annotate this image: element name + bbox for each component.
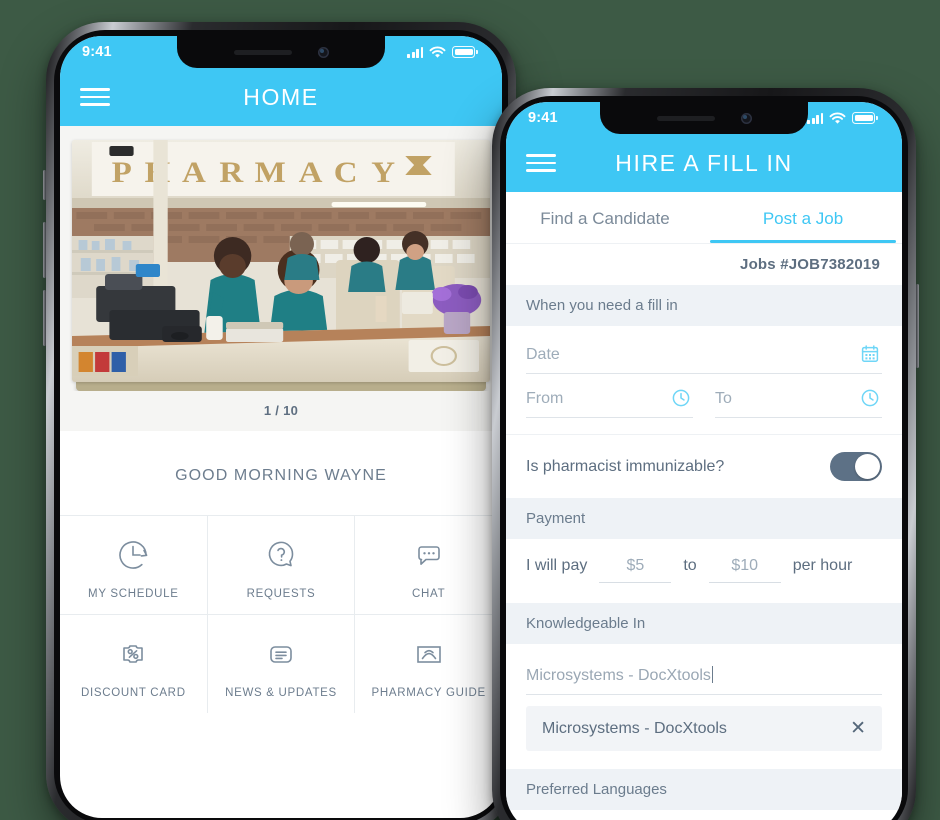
- from-time-field[interactable]: From: [526, 374, 693, 418]
- greeting-text: GOOD MORNING WAYNE: [60, 431, 502, 515]
- signal-bars-icon: [407, 46, 424, 58]
- section-header-when: When you need a fill in: [506, 285, 902, 326]
- right-phone-power-button[interactable]: [916, 284, 919, 368]
- immunizable-row: Is pharmacist immunizable?: [506, 434, 902, 498]
- page-title: HOME: [243, 83, 319, 110]
- svg-text:M: M: [255, 155, 286, 188]
- earpiece-speaker-icon: [233, 49, 292, 55]
- knowledgeable-chip[interactable]: Microsystems - DocXtools ✕: [526, 706, 882, 751]
- svg-text:C: C: [334, 155, 358, 188]
- wifi-icon: [829, 111, 846, 124]
- tile-row-2: DISCOUNT CARD NEWS & UPDATES PHARMACY GU…: [60, 614, 502, 713]
- clock-arrow-icon: [113, 534, 153, 576]
- knowledgeable-input[interactable]: Microsystems - DocXtools: [526, 648, 882, 695]
- tile-label: CHAT: [412, 588, 446, 600]
- right-status-time: 9:41: [528, 110, 558, 126]
- home-tile-grid: MY SCHEDULE REQUESTS CHAT DISCOUNT CARD …: [60, 515, 502, 713]
- knowledgeable-input-value: Microsystems - DocXtools: [526, 667, 711, 684]
- left-phone-volume-down-button[interactable]: [43, 290, 46, 346]
- tile-news-updates[interactable]: NEWS & UPDATES: [208, 615, 356, 713]
- front-camera-icon: [740, 112, 752, 124]
- tile-label: PHARMACY GUIDE: [371, 687, 486, 699]
- right-appbar: HIRE A FILL IN: [506, 134, 902, 192]
- hamburger-menu-icon[interactable]: [526, 154, 556, 172]
- tab-post-a-job[interactable]: Post a Job: [704, 192, 902, 243]
- carousel-shadow-bar: [76, 382, 486, 391]
- battery-icon: [452, 46, 478, 58]
- from-placeholder: From: [526, 390, 564, 407]
- screenshot-stage: 9:41 HOME P A R M A C Y 1 / 10 GOOD MORN…: [0, 0, 940, 820]
- left-status-time: 9:41: [82, 44, 112, 60]
- when-panel: Date From To: [506, 326, 902, 434]
- open-book-icon: [409, 633, 449, 675]
- pay-joiner-label: to: [683, 557, 697, 574]
- knowledgeable-panel: Microsystems - DocXtools Microsystems - …: [506, 644, 902, 769]
- calendar-icon[interactable]: [860, 344, 880, 369]
- chip-label: Microsystems - DocXtools: [542, 719, 727, 737]
- tab-find-a-candidate[interactable]: Find a Candidate: [506, 192, 704, 243]
- section-header-knowledgeable: Knowledgeable In: [506, 603, 902, 644]
- left-phone-notch: [177, 36, 385, 68]
- text-caret: [711, 666, 714, 683]
- pay-prefix-label: I will pay: [526, 557, 588, 574]
- pay-suffix-label: per hour: [792, 557, 853, 574]
- clock-icon[interactable]: [671, 388, 691, 413]
- pay-min-input[interactable]: $5: [599, 557, 672, 583]
- pharmacy-counter-photo[interactable]: PHA RMA CY: [72, 140, 490, 382]
- right-phone-notch: [600, 102, 808, 134]
- chat-bubble-icon: [409, 534, 449, 576]
- tile-row-1: MY SCHEDULE REQUESTS CHAT: [60, 515, 502, 614]
- svg-text:P: P: [112, 155, 132, 188]
- signal-bars-icon: [807, 112, 824, 124]
- right-phone: 9:41 HIRE A FILL IN Find a Candidate Pos…: [492, 88, 919, 820]
- to-placeholder: To: [715, 390, 732, 407]
- left-phone: 9:41 HOME P A R M A C Y 1 / 10 GOOD MORN…: [43, 22, 519, 820]
- svg-text:Y: Y: [371, 155, 395, 188]
- job-id-label: Jobs #JOB7382019: [740, 256, 880, 273]
- svg-text:R: R: [219, 155, 244, 188]
- battery-icon: [852, 112, 878, 124]
- date-field[interactable]: Date: [526, 330, 882, 374]
- tile-label: NEWS & UPDATES: [225, 687, 337, 699]
- tile-label: REQUESTS: [246, 588, 316, 600]
- job-id-row: Jobs #JOB7382019: [506, 243, 902, 285]
- wifi-icon: [429, 45, 446, 58]
- immunizable-toggle[interactable]: [830, 452, 882, 481]
- left-phone-mute-button[interactable]: [43, 170, 46, 200]
- right-phone-screen: 9:41 HIRE A FILL IN Find a Candidate Pos…: [506, 102, 902, 820]
- svg-text:A: A: [299, 155, 323, 188]
- left-phone-volume-up-button[interactable]: [43, 222, 46, 278]
- immunizable-label: Is pharmacist immunizable?: [526, 457, 725, 475]
- left-phone-screen: 9:41 HOME P A R M A C Y 1 / 10 GOOD MORN…: [60, 36, 502, 818]
- left-appbar: HOME: [60, 68, 502, 126]
- payment-row: I will pay $5 to $10 per hour: [506, 539, 902, 603]
- carousel-counter: 1 / 10: [60, 391, 502, 431]
- job-tabs: Find a Candidate Post a Job: [506, 192, 902, 243]
- date-placeholder: Date: [526, 346, 560, 363]
- tile-chat[interactable]: CHAT: [355, 516, 502, 614]
- svg-text:A: A: [182, 155, 206, 188]
- photo-carousel[interactable]: PHA RMA CY: [60, 126, 502, 391]
- news-document-icon: [261, 633, 301, 675]
- percent-tag-icon: [113, 633, 153, 675]
- front-camera-icon: [317, 46, 329, 58]
- tile-pharmacy-guide[interactable]: PHARMACY GUIDE: [355, 615, 502, 713]
- hamburger-menu-icon[interactable]: [80, 88, 110, 106]
- tile-discount-card[interactable]: DISCOUNT CARD: [60, 615, 208, 713]
- toggle-knob: [855, 454, 880, 479]
- tile-label: DISCOUNT CARD: [80, 687, 186, 699]
- earpiece-speaker-icon: [656, 115, 715, 121]
- to-time-field[interactable]: To: [715, 374, 882, 418]
- close-icon[interactable]: ✕: [850, 719, 866, 738]
- clock-icon[interactable]: [860, 388, 880, 413]
- time-range-row: From To: [526, 374, 882, 418]
- page-title: HIRE A FILL IN: [615, 149, 793, 176]
- tile-label: MY SCHEDULE: [88, 588, 179, 600]
- section-header-languages: Preferred Languages: [506, 769, 902, 810]
- tile-my-schedule[interactable]: MY SCHEDULE: [60, 516, 208, 614]
- section-header-payment: Payment: [506, 498, 902, 539]
- question-bubble-icon: [261, 534, 301, 576]
- tile-requests[interactable]: REQUESTS: [208, 516, 356, 614]
- pay-max-input[interactable]: $10: [708, 557, 781, 583]
